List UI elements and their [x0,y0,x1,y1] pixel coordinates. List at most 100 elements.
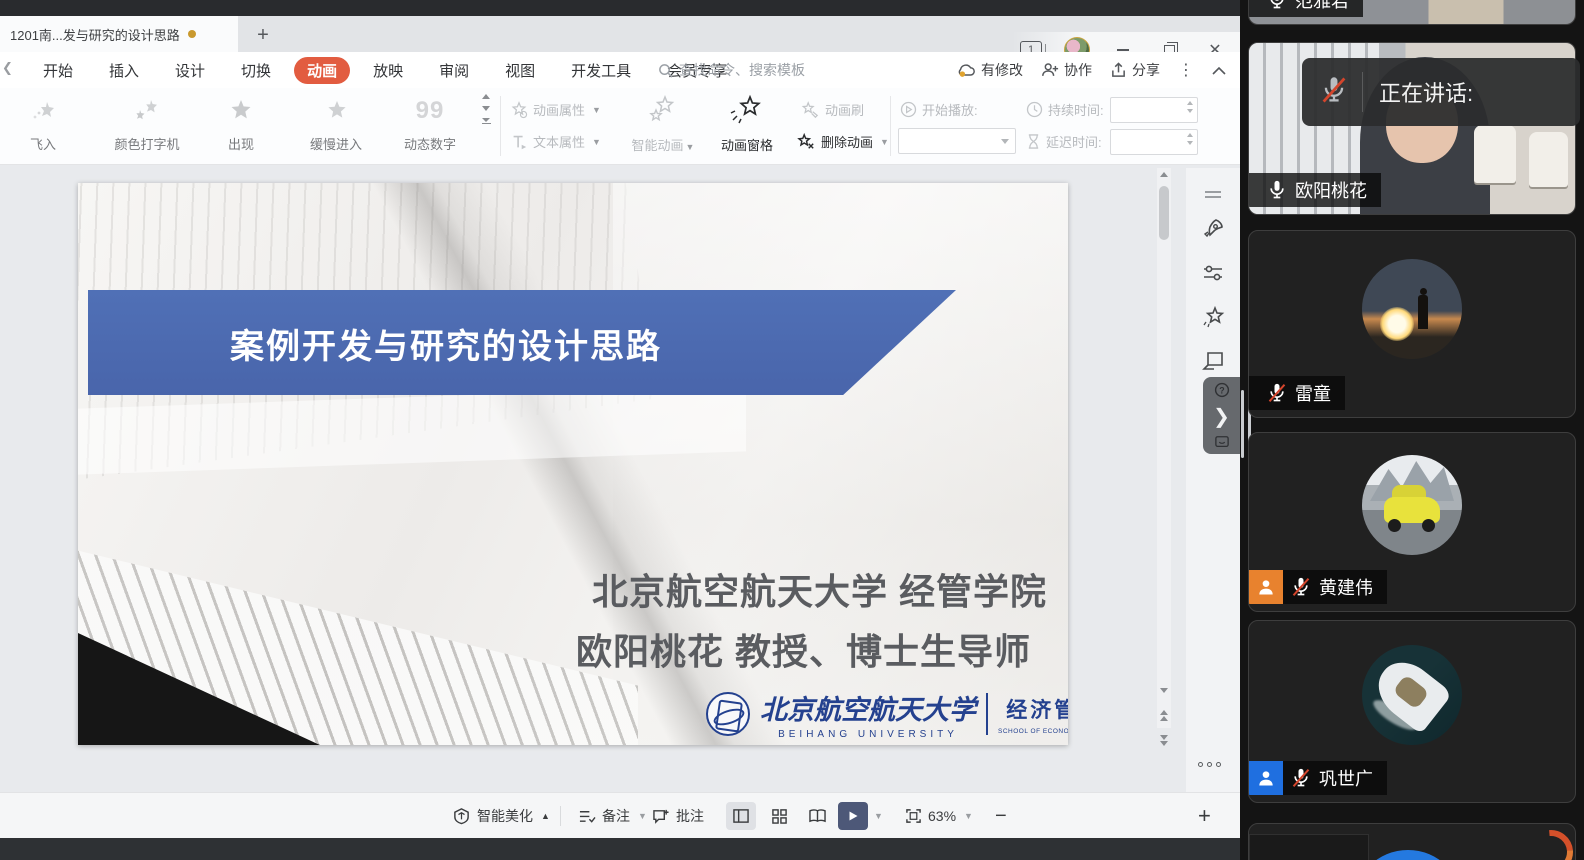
logo-university-cn: 北京航空航天大学 [760,688,976,727]
delay-input[interactable] [1110,129,1198,155]
zoom-presets-button[interactable]: ▼ [964,811,973,821]
scroll-up-button[interactable] [1159,172,1169,177]
rocket-icon[interactable] [1200,216,1226,242]
university-logo: 北京航空航天大学 BEIHANG UNIVERSITY 经济管理学院 SCHOO… [706,688,1068,740]
duration-input[interactable] [1110,97,1198,123]
collaborate-label: 协作 [1064,60,1092,80]
tab-animation-active[interactable]: 动画 [294,57,350,84]
tab-devtools[interactable]: 开发工具 [558,57,644,84]
animation-brush-icon [800,101,820,119]
animation-ribbon: 飞入 颜色打字机 出现 缓慢进入 99 [0,88,1240,165]
share-label: 分享 [1132,60,1160,80]
object-properties-icon[interactable] [1200,260,1226,286]
participant-namebar: 范雅君 [1249,0,1363,17]
gallery-more-button[interactable] [482,118,491,124]
animation-appear[interactable]: 出现 [198,94,284,153]
speaking-toast: 正在讲话: [1302,58,1580,126]
play-button[interactable] [838,802,868,830]
zoom-value[interactable]: 63% [928,808,956,824]
new-tab-button[interactable]: + [250,22,276,48]
rail-handle-icon[interactable] [1200,182,1226,208]
delay-label: 延迟时间: [1026,132,1102,151]
avatar-blue [1353,850,1463,860]
bottom-strip [0,838,1240,860]
menu-overflow-icon[interactable]: ❮ [2,60,13,76]
logo-divider [986,693,988,735]
animation-star-icon[interactable] [1200,304,1226,330]
command-search[interactable]: 查找命令、搜索模板 [658,60,805,80]
tab-review[interactable]: 审阅 [426,57,482,84]
delete-animation-button[interactable]: 删除动画▼ [796,132,889,151]
fit-slide-icon[interactable] [905,808,922,824]
modified-status[interactable]: 有修改 [956,60,1023,80]
tab-view[interactable]: 视图 [492,57,548,84]
document-tab[interactable]: 1201南...发与研究的设计思路 [0,16,238,52]
notes-icon [578,808,596,824]
scroll-down-button[interactable] [1159,688,1169,693]
participant-tile[interactable]: 巩世广 [1248,620,1576,803]
collaborate-button[interactable]: 协作 [1041,60,1092,80]
comments-button[interactable]: 批注 [652,793,704,839]
participant-name: 雷童 [1295,380,1331,406]
share-icon [1110,62,1127,78]
zoom-out-button[interactable]: − [995,805,1007,828]
mic-muted-icon [1320,75,1348,105]
slide-canvas[interactable]: 案例开发与研究的设计思路 北京航空航天大学 经管学院 欧阳桃花 教授、博士生导师… [0,165,1240,792]
smart-animation-button[interactable]: 智能动画▼ [615,94,711,154]
participant-tile[interactable] [1248,823,1576,860]
tab-home[interactable]: 开始 [30,57,86,84]
ribbon-tab-bar: ❮ 开始 插入 设计 切换 动画 放映 审阅 视图 开发工具 会员专享 查找命令… [0,52,1240,88]
mic-on-icon [1267,179,1287,201]
collapse-ribbon-button[interactable] [1212,66,1226,75]
more-menu-button[interactable]: ⋮ [1178,60,1194,80]
slide-sorter-button[interactable] [764,802,794,830]
tab-design[interactable]: 设计 [162,57,218,84]
tab-insert[interactable]: 插入 [96,57,152,84]
avatar-yacht [1362,645,1462,745]
statusbar-separator [560,806,561,826]
mic-muted-icon [1291,767,1311,789]
layers-icon[interactable] [1200,347,1226,373]
animation-properties-icon [510,101,528,119]
participant-tile[interactable]: 范雅君 [1248,0,1576,25]
tab-slideshow[interactable]: 放映 [360,57,416,84]
participant-namebar: 巩世广 [1249,761,1387,795]
zoom-in-button[interactable]: + [1198,793,1211,839]
rail-more-button[interactable] [1198,762,1221,767]
animation-color-typewriter[interactable]: 颜色打字机 [92,94,202,153]
animation-properties-button[interactable]: 动画属性▼ [510,100,601,119]
university-seal-icon [706,692,750,736]
animation-brush-button[interactable]: 动画刷 [800,100,864,119]
hourglass-icon [1026,133,1041,150]
participant-tile[interactable]: 黄建伟 [1248,432,1576,612]
gallery-scroll-up-icon[interactable] [482,94,490,99]
reading-view-icon [808,808,827,824]
normal-view-button[interactable] [726,802,756,830]
document-tab-title: 1201南...发与研究的设计思路 [10,25,180,44]
slide[interactable]: 案例开发与研究的设计思路 北京航空航天大学 经管学院 欧阳桃花 教授、博士生导师… [78,183,1068,745]
gallery-scroll-down-icon[interactable] [482,106,490,111]
smart-beautify-button[interactable]: 智能美化▲ [452,793,550,839]
slide-presenter: 欧阳桃花 教授、博士生导师 [576,623,1031,675]
share-button[interactable]: 分享 [1110,60,1160,80]
animation-slow-enter[interactable]: 缓慢进入 [286,94,386,153]
participant-name: 巩世广 [1319,765,1373,791]
animation-pane-button[interactable]: 动画窗格 [706,94,788,154]
participant-tile[interactable]: 雷童 [1248,230,1576,418]
scrollbar-thumb[interactable] [1159,186,1169,240]
notes-button[interactable]: 备注▼ [578,793,647,839]
minimize-icon [1117,49,1129,51]
play-options-button[interactable]: ▼ [874,811,883,821]
search-placeholder: 查找命令、搜索模板 [679,60,805,80]
text-properties-button[interactable]: 文本属性▼ [510,132,601,151]
reading-view-button[interactable] [802,802,832,830]
zoom-controls: 63% ▼ − [905,793,1007,839]
previous-slide-button[interactable] [1159,710,1169,721]
vertical-scrollbar[interactable] [1157,168,1171,728]
tab-transition[interactable]: 切换 [228,57,284,84]
animation-fly-in[interactable]: 飞入 [0,94,86,153]
start-play-select[interactable] [898,128,1016,154]
panel-collapse-flyout[interactable]: ? ❯ [1203,377,1240,454]
next-slide-button[interactable] [1159,735,1169,746]
animation-dynamic-number[interactable]: 99 动态数字 [382,94,478,153]
